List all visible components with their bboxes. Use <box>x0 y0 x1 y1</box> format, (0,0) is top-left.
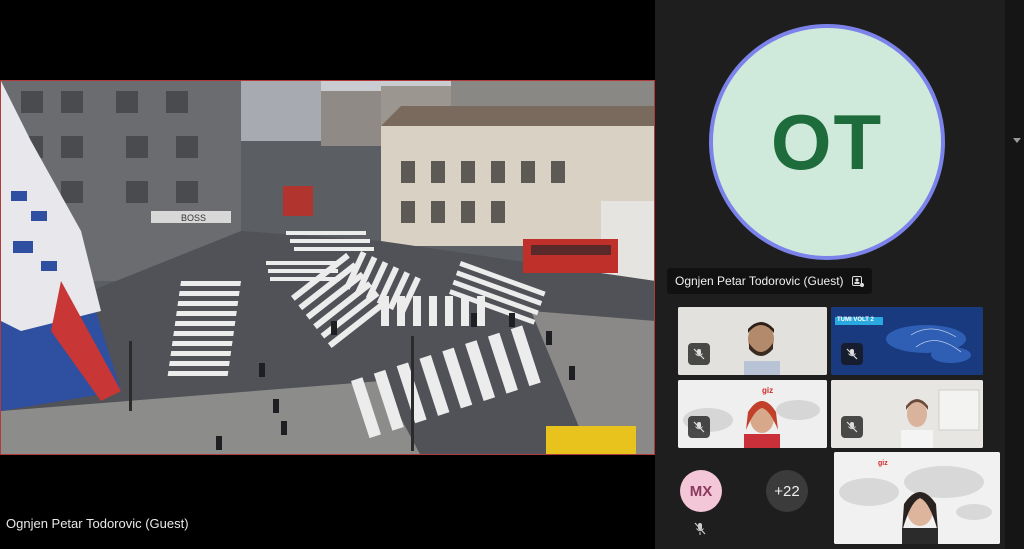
participant-tile[interactable]: giz <box>834 452 1000 544</box>
participant-tile[interactable]: TUMI VOLT 2 <box>831 307 983 375</box>
participant-tile[interactable] <box>678 307 827 375</box>
giz-logo: giz <box>762 386 774 395</box>
muted-mic-icon <box>841 343 863 365</box>
more-participants-button[interactable]: +22 <box>766 470 808 512</box>
participant-tile[interactable]: giz <box>678 380 827 448</box>
active-speaker-avatar[interactable]: OT <box>709 24 945 260</box>
participant-avatar-mx[interactable]: MX <box>680 470 722 512</box>
more-participants-count: +22 <box>774 482 800 500</box>
scroll-down-arrow-icon[interactable] <box>1013 138 1021 143</box>
presenter-name-label: Ognjen Petar Todorovic (Guest) <box>6 516 189 531</box>
participant-initials: MX <box>689 482 713 500</box>
active-speaker-name: Ognjen Petar Todorovic (Guest) <box>675 274 844 288</box>
active-speaker-initials: OT <box>770 97 884 186</box>
participant-tile[interactable] <box>831 380 983 448</box>
panel-scrollbar[interactable] <box>1005 0 1024 549</box>
muted-mic-icon <box>688 416 710 438</box>
active-speaker-name-pill: Ognjen Petar Todorovic (Guest) <box>667 268 872 294</box>
giz-logo: giz <box>878 460 888 467</box>
guest-badge-icon <box>851 276 864 287</box>
muted-mic-icon <box>694 522 706 535</box>
muted-mic-icon <box>841 416 863 438</box>
shared-video-stage: BOSS <box>0 80 655 455</box>
muted-mic-icon <box>688 343 710 365</box>
slide-title: TUMI VOLT 2 <box>837 317 874 323</box>
street-scene-video: BOSS <box>1 81 654 454</box>
shop-sign: BOSS <box>181 213 206 223</box>
participant-video <box>834 452 1000 544</box>
